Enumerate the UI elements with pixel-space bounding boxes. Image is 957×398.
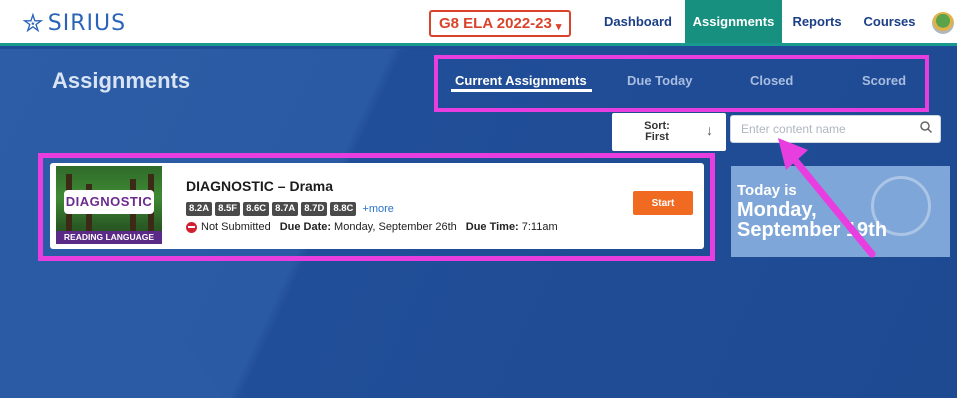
thumbnail-badge: DIAGNOSTIC (64, 190, 154, 214)
logo[interactable]: ✮ SIRIUS (22, 10, 126, 36)
logo-text: SIRIUS (47, 10, 127, 36)
thumbnail-footer: READING LANGUAGE ARTS (56, 231, 162, 244)
assignment-thumbnail[interactable]: DIAGNOSTIC READING LANGUAGE ARTS (56, 166, 162, 244)
course-selector[interactable]: G8 ELA 2022-23 ▾ (429, 10, 572, 37)
tab-closed[interactable]: Closed (750, 73, 793, 88)
start-button[interactable]: Start (633, 191, 693, 215)
top-bar: ✮ SIRIUS G8 ELA 2022-23 ▾ Dashboard Assi… (0, 0, 957, 46)
nav-courses[interactable]: Courses (855, 0, 924, 43)
due-time-label: Due Time: (465, 221, 519, 233)
course-selector-label: G8 ELA 2022-23 (439, 15, 552, 32)
nav-assignments[interactable]: Assignments (685, 0, 782, 43)
due-date-label: Due Date: (279, 221, 332, 233)
standard-tag: 8.8C (330, 202, 357, 216)
due-time: 7:11am (521, 221, 558, 233)
sort-dropdown[interactable]: Sort: First ↓ (612, 113, 726, 151)
sort-label: Sort: First (644, 120, 670, 143)
nav-dashboard[interactable]: Dashboard (596, 0, 680, 43)
arrow-down-icon: ↓ (706, 122, 713, 138)
standards-tags: 8.2A 8.5F 8.6C 8.7A 8.7D 8.8C +more (186, 202, 394, 216)
due-date: Monday, September 26th (334, 221, 457, 233)
assignment-status-row: Not Submitted Due Date: Monday, Septembe… (186, 221, 558, 233)
standard-tag: 8.2A (186, 202, 213, 216)
submission-status: Not Submitted (201, 221, 271, 233)
tab-scored[interactable]: Scored (862, 73, 906, 88)
active-tab-underline (451, 89, 592, 92)
standard-tag: 8.5F (215, 202, 241, 216)
annotation-arrow (778, 138, 876, 258)
star-icon: ✮ (22, 8, 44, 38)
tab-due-today[interactable]: Due Today (627, 73, 693, 88)
not-submitted-icon (186, 221, 197, 233)
search-icon[interactable] (919, 120, 933, 134)
caret-down-icon: ▾ (555, 21, 562, 33)
nav-reports[interactable]: Reports (782, 0, 852, 43)
standard-tag: 8.6C (243, 202, 270, 216)
standard-tag: 8.7D (301, 202, 328, 216)
avatar[interactable] (932, 12, 954, 34)
tab-current-assignments[interactable]: Current Assignments (455, 73, 587, 88)
assignment-title[interactable]: DIAGNOSTIC – Drama (186, 178, 333, 194)
standard-tag: 8.7A (272, 202, 299, 216)
more-tags-link[interactable]: +more (362, 203, 394, 215)
page-title: Assignments (52, 68, 191, 93)
